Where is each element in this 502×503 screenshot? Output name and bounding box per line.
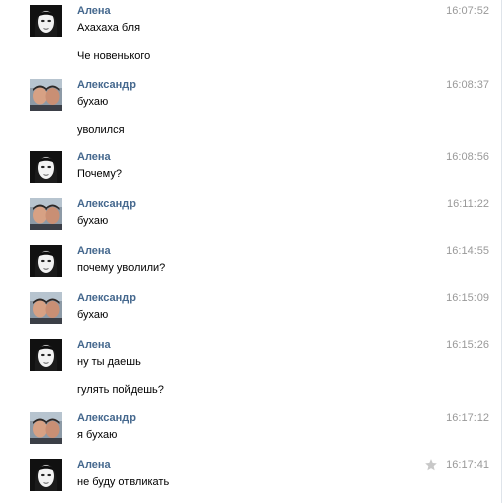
message-author[interactable]: Алена (77, 339, 111, 352)
message-author[interactable]: Алена (77, 5, 111, 18)
message: Алена 16:15:26 ну ты даешь гулять пойдешь? (0, 339, 500, 399)
avatar-alexander[interactable] (30, 198, 62, 230)
message-text: я бухаю (77, 429, 118, 441)
message-time[interactable]: 16:07:52 (446, 5, 489, 18)
message-text: бухаю (77, 215, 109, 227)
message-text: Ахахаха бля (77, 22, 141, 34)
message: Александр 16:08:37 бухаю уволился (0, 79, 500, 139)
avatar-alexander[interactable] (30, 412, 62, 444)
avatar-alena[interactable] (30, 459, 62, 491)
message-text: ну ты даешь (77, 356, 141, 368)
message: Александр 16:15:09 бухаю (0, 292, 500, 326)
message-time[interactable]: 16:14:55 (446, 245, 489, 258)
message-time[interactable]: 16:15:26 (446, 339, 489, 352)
message-author[interactable]: Александр (77, 79, 136, 92)
message-author[interactable]: Алена (77, 245, 111, 258)
message-author[interactable]: Александр (77, 198, 136, 211)
message-text: бухаю (77, 309, 109, 321)
message-time[interactable]: 16:08:37 (446, 79, 489, 92)
message: Алена 16:07:52 Ахахаха бля Че новенького (0, 5, 500, 65)
message-text: уволился (77, 124, 125, 136)
message-time[interactable]: 16:17:41 (446, 459, 489, 472)
message-author[interactable]: Александр (77, 412, 136, 425)
message: Александр 16:17:12 я бухаю (0, 412, 500, 446)
avatar-alena[interactable] (30, 5, 62, 37)
message-time[interactable]: 16:17:12 (446, 412, 489, 425)
message: Алена 16:08:56 Почему? (0, 151, 500, 185)
avatar-alexander[interactable] (30, 292, 62, 324)
message: Алена 16:17:41 не буду отвликать (0, 459, 500, 493)
message: Алена 16:14:55 почему уволили? (0, 245, 500, 279)
message: Александр 16:11:22 бухаю (0, 198, 500, 232)
message-author[interactable]: Алена (77, 151, 111, 164)
message-text: почему уволили? (77, 262, 166, 274)
message-time[interactable]: 16:08:56 (446, 151, 489, 164)
avatar-alena[interactable] (30, 339, 62, 371)
message-author[interactable]: Алена (77, 459, 111, 472)
star-icon[interactable] (424, 458, 438, 472)
message-text: бухаю (77, 96, 109, 108)
avatar-alena[interactable] (30, 151, 62, 183)
message-text: Че новенького (77, 50, 151, 62)
message-text: гулять пойдешь? (77, 384, 164, 396)
message-text: Почему? (77, 168, 122, 180)
message-time[interactable]: 16:11:22 (447, 198, 489, 211)
message-author[interactable]: Александр (77, 292, 136, 305)
avatar-alexander[interactable] (30, 79, 62, 111)
message-time[interactable]: 16:15:09 (446, 292, 489, 305)
message-text: не буду отвликать (77, 476, 170, 488)
avatar-alena[interactable] (30, 245, 62, 277)
